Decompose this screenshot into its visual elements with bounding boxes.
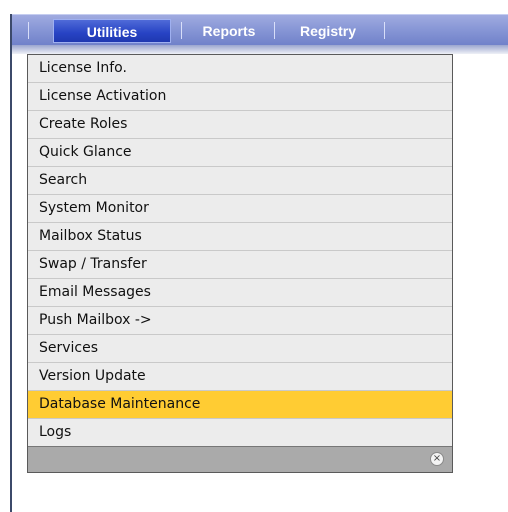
dropdown-footer: × bbox=[28, 446, 452, 472]
menu-item-version-update[interactable]: Version Update bbox=[28, 362, 452, 390]
menu-item-push-mailbox[interactable]: Push Mailbox -> bbox=[28, 306, 452, 334]
menu-item-database-maintenance[interactable]: Database Maintenance bbox=[28, 390, 452, 418]
menu-item-system-monitor[interactable]: System Monitor bbox=[28, 194, 452, 222]
menu-separator bbox=[384, 22, 385, 39]
menu-tab-utilities[interactable]: Utilities bbox=[53, 19, 171, 43]
menu-bar: Utilities Reports Registry bbox=[12, 14, 508, 46]
menu-item-services[interactable]: Services bbox=[28, 334, 452, 362]
menu-item-email-messages[interactable]: Email Messages bbox=[28, 278, 452, 306]
menu-item-create-roles[interactable]: Create Roles bbox=[28, 110, 452, 138]
menu-tab-reports[interactable]: Reports bbox=[190, 19, 268, 43]
menu-separator bbox=[274, 22, 275, 39]
menu-item-quick-glance[interactable]: Quick Glance bbox=[28, 138, 452, 166]
menu-separator bbox=[181, 22, 182, 39]
menu-item-search[interactable]: Search bbox=[28, 166, 452, 194]
close-icon[interactable]: × bbox=[430, 452, 444, 466]
menu-item-swap-transfer[interactable]: Swap / Transfer bbox=[28, 250, 452, 278]
menu-bar-shadow bbox=[12, 45, 508, 54]
utilities-dropdown-menu: License Info. License Activation Create … bbox=[27, 54, 453, 473]
window-frame-left bbox=[10, 14, 12, 512]
menu-tab-registry[interactable]: Registry bbox=[282, 19, 374, 43]
menu-item-license-activation[interactable]: License Activation bbox=[28, 82, 452, 110]
menu-item-mailbox-status[interactable]: Mailbox Status bbox=[28, 222, 452, 250]
menu-item-license-info[interactable]: License Info. bbox=[28, 54, 452, 82]
menu-separator bbox=[28, 22, 29, 39]
menu-item-logs[interactable]: Logs bbox=[28, 418, 452, 446]
